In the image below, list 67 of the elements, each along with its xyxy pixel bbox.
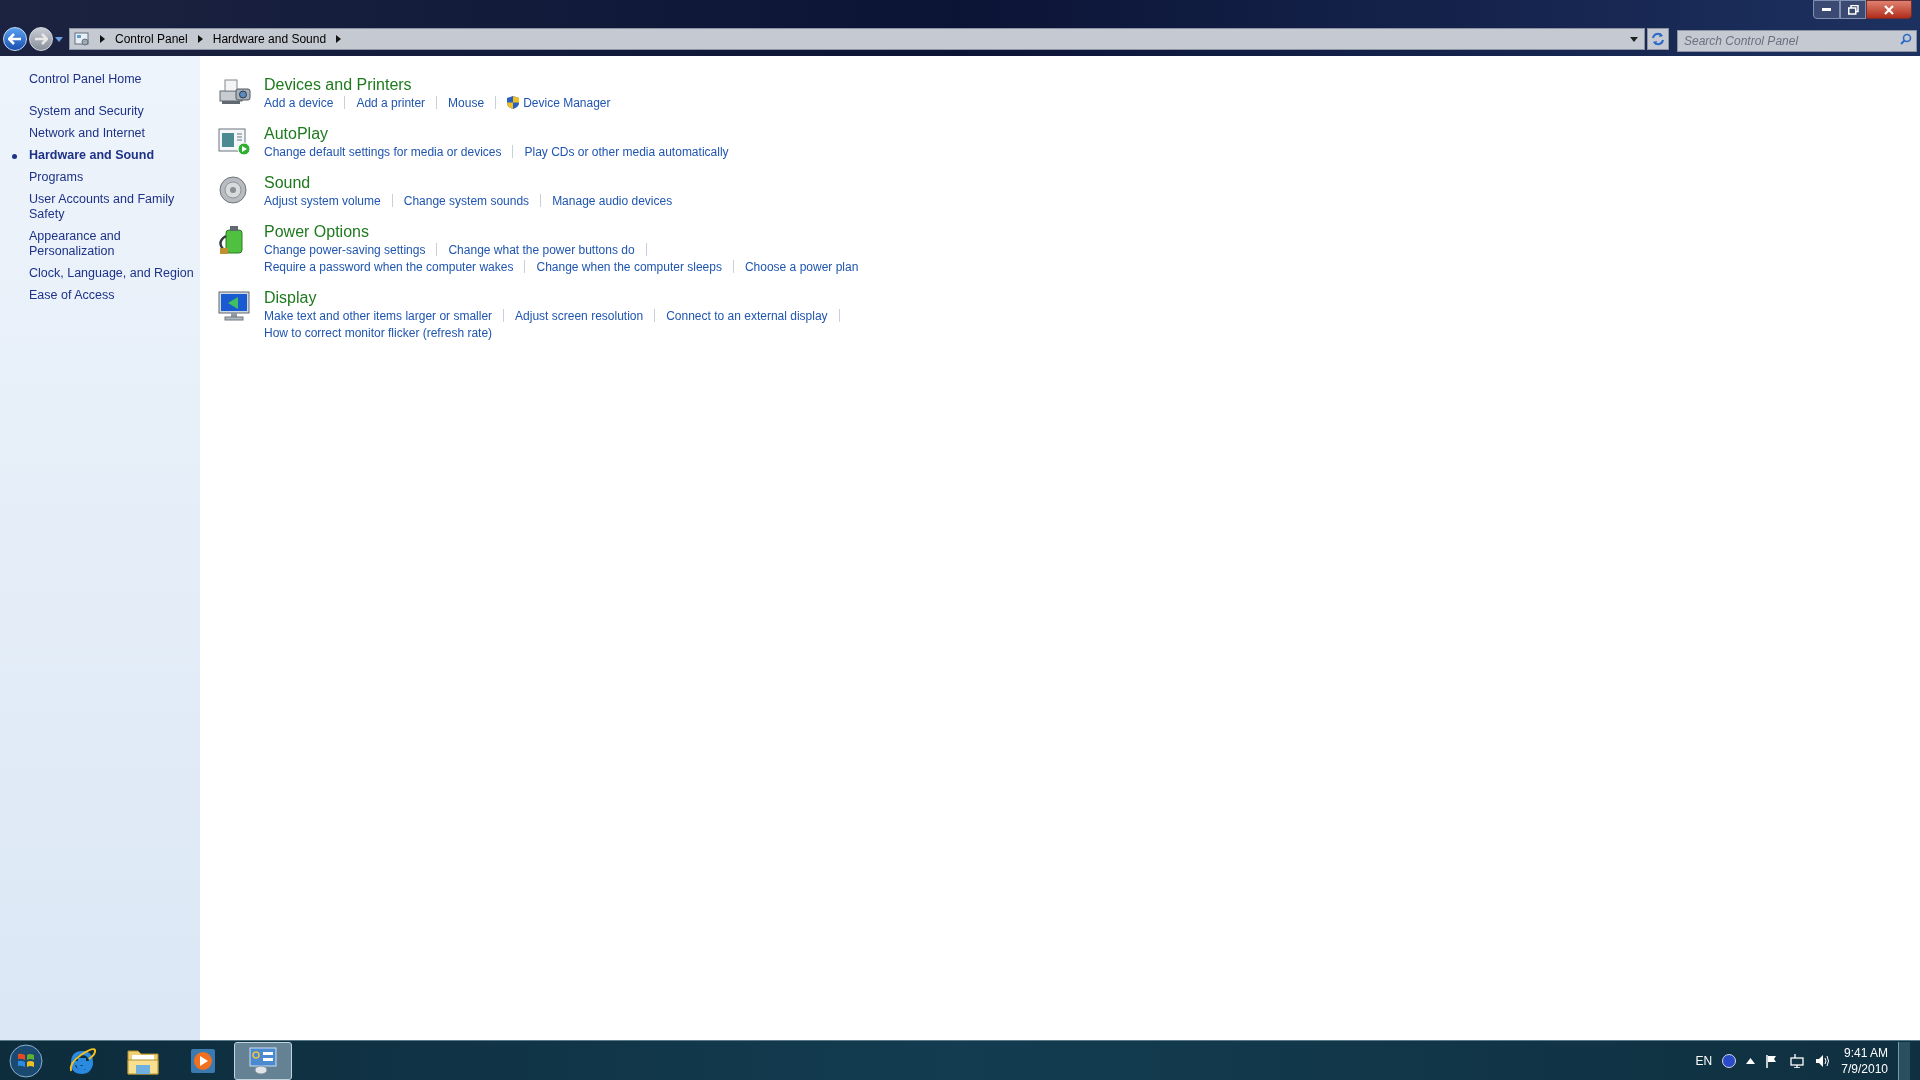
play-icon <box>189 1046 217 1075</box>
sidebar-link[interactable]: Programs <box>29 170 84 185</box>
task-link[interactable]: Change power-saving settings <box>264 240 426 259</box>
task-link[interactable]: Change what the power buttons do <box>448 240 635 259</box>
category-title-link[interactable]: Display <box>264 288 851 307</box>
forward-button[interactable] <box>29 27 53 51</box>
task-link[interactable]: Add a device <box>264 93 334 112</box>
task-link[interactable]: Connect to an external display <box>666 306 828 325</box>
breadcrumb[interactable]: Hardware and Sound <box>212 30 327 48</box>
minimize-button[interactable] <box>1813 0 1840 19</box>
language-indicator[interactable]: EN <box>1695 1051 1713 1070</box>
sidebar-link[interactable]: Network and Internet <box>29 126 146 141</box>
forward-arrow-icon <box>34 33 48 45</box>
sidebar-link[interactable]: System and Security <box>29 104 144 119</box>
back-button[interactable] <box>3 27 27 51</box>
task-link[interactable]: Mouse <box>448 93 485 112</box>
network-icon[interactable] <box>1789 1053 1806 1068</box>
task-link[interactable]: Change default settings for media or devices <box>264 142 502 161</box>
refresh-button[interactable] <box>1647 28 1669 50</box>
sidebar-link[interactable]: Clock, Language, and Region <box>29 266 194 281</box>
task-link[interactable]: Adjust screen resolution <box>515 306 644 325</box>
taskbar-button[interactable] <box>234 1041 292 1080</box>
sidebar-link[interactable]: Appearance and Personalization <box>29 229 194 259</box>
task-link[interactable]: Manage audio devices <box>552 191 673 210</box>
task-link[interactable]: Require a password when the computer wakes <box>264 257 514 276</box>
sidebar-link[interactable]: Hardware and Sound <box>29 148 155 163</box>
show-hidden-icons-icon[interactable] <box>1746 1057 1756 1064</box>
breadcrumb-arrow-icon[interactable] <box>100 35 105 43</box>
task-link[interactable]: Play CDs or other media automatically <box>524 142 729 161</box>
refresh-icon <box>1651 32 1665 46</box>
category-title-link[interactable]: Sound <box>264 173 673 192</box>
help-icon[interactable] <box>1722 1053 1737 1068</box>
back-arrow-icon <box>8 33 22 45</box>
sidebar-link[interactable]: User Accounts and Family Safety <box>29 192 194 222</box>
breadcrumb-arrow-icon[interactable] <box>197 35 203 43</box>
task-link[interactable]: Device Manager <box>523 93 611 112</box>
dropdown-caret-icon[interactable] <box>55 36 63 42</box>
close-button[interactable] <box>1866 0 1912 19</box>
search-icon <box>1900 33 1912 45</box>
sidebar-link[interactable]: Ease of Access <box>29 288 115 303</box>
task-link[interactable]: Add a printer <box>356 93 426 112</box>
category-title-link[interactable]: Power Options <box>264 222 859 241</box>
task-link[interactable]: Change when the computer sleeps <box>536 257 722 276</box>
address-bar[interactable]: Control Panel Hardware and Sound <box>69 28 1645 50</box>
close-icon <box>1883 4 1895 15</box>
search-field[interactable]: Search Control Panel <box>1677 30 1917 52</box>
speaker-icon[interactable] <box>1815 1053 1832 1068</box>
monitor-icon[interactable] <box>218 288 252 322</box>
restore-button[interactable] <box>1840 0 1866 19</box>
restore-icon <box>1847 4 1859 15</box>
category-title-link[interactable]: AutoPlay <box>264 124 729 143</box>
home-link[interactable]: Control Panel Home <box>29 72 142 87</box>
clock[interactable]: 9:41 AM 7/9/2010 <box>1841 1044 1888 1077</box>
control-panel-icon <box>247 1045 279 1076</box>
shield-icon <box>507 96 520 109</box>
breadcrumb[interactable]: Control Panel <box>115 30 188 48</box>
control-panel-icon <box>74 32 90 46</box>
task-link[interactable]: Adjust system volume <box>264 191 381 210</box>
task-link[interactable]: How to correct monitor flicker (refresh rate) <box>264 323 493 342</box>
breadcrumb-arrow-icon[interactable] <box>336 35 342 43</box>
start-button[interactable] <box>6 1042 46 1079</box>
dropdown-caret-icon[interactable] <box>1630 36 1638 42</box>
task-link[interactable]: Change system sounds <box>403 191 530 210</box>
task-link[interactable]: Choose a power plan <box>744 257 859 276</box>
minimize-icon <box>1822 8 1831 11</box>
task-link[interactable]: Make text and other items larger or smaller <box>264 306 493 325</box>
category-title-link[interactable]: Devices and Printers <box>264 75 611 94</box>
